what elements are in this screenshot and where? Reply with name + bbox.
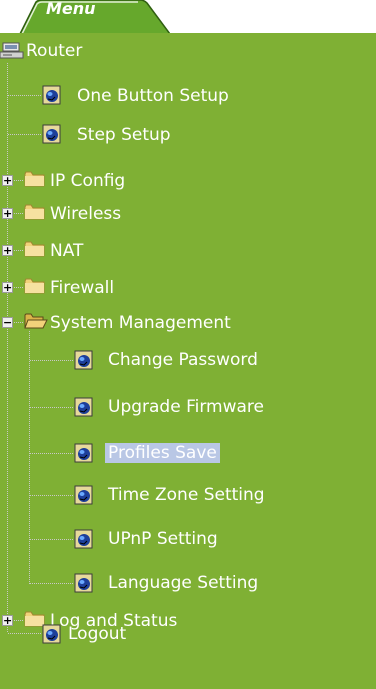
tree-item-label: One Button Setup — [77, 86, 229, 106]
tree-item-wireless[interactable]: + Wireless — [0, 199, 376, 229]
tree-item-label: Logout — [68, 624, 127, 644]
tree-item-label-selected: Profiles Save — [105, 443, 220, 463]
plus-icon[interactable]: + — [2, 282, 13, 293]
plus-icon[interactable]: + — [2, 245, 13, 256]
tree-item-firewall[interactable]: + Firewall — [0, 273, 376, 303]
globe-page-icon — [42, 124, 61, 144]
computer-icon — [0, 42, 24, 59]
navigation-tree: Router One Button Setup Step Setup + IP … — [0, 33, 376, 689]
tree-item-upgrade-firmware[interactable]: Upgrade Firmware — [0, 393, 376, 423]
tree-item-label: NAT — [50, 241, 84, 261]
tree-item-label: Wireless — [50, 204, 122, 224]
tree-item-one-button-setup[interactable]: One Button Setup — [0, 81, 376, 111]
plus-icon[interactable]: + — [2, 175, 13, 186]
tree-item-ip-config[interactable]: + IP Config — [0, 166, 376, 196]
globe-page-icon — [42, 85, 61, 105]
tree-item-label: Firewall — [50, 278, 115, 298]
globe-page-icon — [74, 573, 93, 593]
tree-item-profiles-save[interactable]: Profiles Save — [0, 439, 376, 469]
tree-item-change-password[interactable]: Change Password — [0, 346, 376, 376]
globe-page-icon — [74, 397, 93, 417]
folder-icon — [24, 204, 45, 220]
minus-icon[interactable]: − — [2, 317, 13, 328]
tree-item-label: IP Config — [50, 171, 126, 191]
globe-page-icon — [42, 624, 61, 644]
tree-item-logout[interactable]: Logout — [0, 620, 376, 650]
menu-tab: Menu — [2, 0, 172, 35]
tree-item-label: Change Password — [108, 350, 258, 370]
globe-page-icon — [74, 350, 93, 370]
tree-item-nat[interactable]: + NAT — [0, 236, 376, 266]
tree-item-system-management[interactable]: − System Management — [0, 308, 376, 338]
folder-icon — [24, 171, 45, 187]
tree-item-label: System Management — [50, 313, 231, 333]
plus-icon[interactable]: + — [2, 208, 13, 219]
tree-root-label: Router — [26, 41, 83, 61]
tree-item-language-setting[interactable]: Language Setting — [0, 569, 376, 599]
tree-item-step-setup[interactable]: Step Setup — [0, 120, 376, 150]
tree-item-label: Upgrade Firmware — [108, 397, 264, 417]
tree-root-router[interactable]: Router — [0, 38, 376, 68]
globe-page-icon — [74, 529, 93, 549]
tree-item-time-zone-setting[interactable]: Time Zone Setting — [0, 481, 376, 511]
globe-page-icon — [74, 485, 93, 505]
globe-page-icon — [74, 443, 93, 463]
open-folder-icon — [24, 313, 48, 329]
folder-icon — [24, 241, 45, 257]
tree-item-label: Language Setting — [108, 573, 259, 593]
menu-title: Menu — [46, 0, 96, 18]
tree-item-label: Time Zone Setting — [108, 485, 265, 505]
tree-item-label: Step Setup — [77, 125, 171, 145]
tree-item-label: UPnP Setting — [108, 529, 218, 549]
folder-icon — [24, 278, 45, 294]
tree-item-upnp-setting[interactable]: UPnP Setting — [0, 525, 376, 555]
